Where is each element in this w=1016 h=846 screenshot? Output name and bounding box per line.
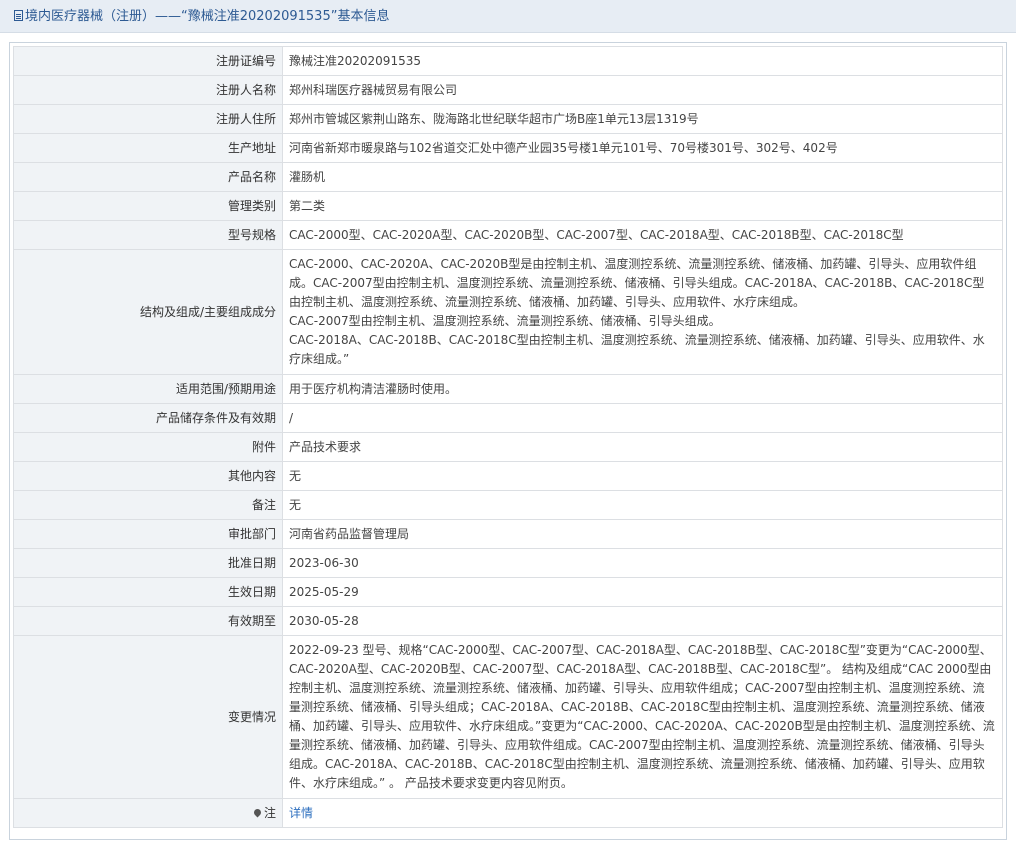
field-value: 郑州市管城区紫荆山路东、陇海路北世纪联华超市广场B座1单元13层1319号 bbox=[282, 104, 1003, 134]
table-row: 注册人名称 郑州科瑞医疗器械贸易有限公司 bbox=[13, 75, 1003, 105]
field-value-structure: CAC-2000、CAC-2020A、CAC-2020B型是由控制主机、温度测控… bbox=[282, 249, 1003, 375]
structure-line: CAC-2018A、CAC-2018B、CAC-2018C型由控制主机、温度测控… bbox=[289, 333, 985, 366]
table-row: 其他内容 无 bbox=[13, 461, 1003, 491]
field-label: 附件 bbox=[13, 432, 283, 462]
page-title-bar: 境内医疗器械（注册）——“豫械注准20202091535”基本信息 bbox=[0, 0, 1016, 33]
field-value: / bbox=[282, 403, 1003, 433]
field-value: CAC-2000型、CAC-2020A型、CAC-2020B型、CAC-2007… bbox=[282, 220, 1003, 250]
field-value: 河南省新郑市暖泉路与102省道交汇处中德产业园35号楼1单元101号、70号楼3… bbox=[282, 133, 1003, 163]
field-label: 注册人住所 bbox=[13, 104, 283, 134]
field-value: 无 bbox=[282, 490, 1003, 520]
note-label: 注 bbox=[263, 805, 276, 820]
table-row: 有效期至 2030-05-28 bbox=[13, 606, 1003, 636]
field-value: 郑州科瑞医疗器械贸易有限公司 bbox=[282, 75, 1003, 105]
table-row: 生效日期 2025-05-29 bbox=[13, 577, 1003, 607]
field-label: 其他内容 bbox=[13, 461, 283, 491]
field-label: 适用范围/预期用途 bbox=[13, 374, 283, 404]
details-link[interactable]: 详情 bbox=[289, 806, 313, 820]
field-label: 生产地址 bbox=[13, 133, 283, 163]
field-label: 批准日期 bbox=[13, 548, 283, 578]
info-panel: 注册证编号 豫械注准20202091535 注册人名称 郑州科瑞医疗器械贸易有限… bbox=[9, 42, 1007, 840]
field-value: 产品技术要求 bbox=[282, 432, 1003, 462]
table-row: 管理类别 第二类 bbox=[13, 191, 1003, 221]
field-label: 管理类别 bbox=[13, 191, 283, 221]
field-label: 结构及组成/主要组成成分 bbox=[13, 249, 283, 375]
field-label-note: 注 bbox=[13, 798, 283, 828]
table-row: 注册证编号 豫械注准20202091535 bbox=[13, 46, 1003, 76]
field-label: 变更情况 bbox=[13, 635, 283, 799]
pin-icon bbox=[252, 807, 263, 817]
field-label: 注册人名称 bbox=[13, 75, 283, 105]
table-row: 产品储存条件及有效期 / bbox=[13, 403, 1003, 433]
field-value: 2023-06-30 bbox=[282, 548, 1003, 578]
table-row-structure: 结构及组成/主要组成成分 CAC-2000、CAC-2020A、CAC-2020… bbox=[13, 249, 1003, 375]
field-value: 用于医疗机构清洁灌肠时使用。 bbox=[282, 374, 1003, 404]
field-label: 备注 bbox=[13, 490, 283, 520]
field-value: 第二类 bbox=[282, 191, 1003, 221]
field-value-changes: 2022-09-23 型号、规格“CAC-2000型、CAC-2007型、CAC… bbox=[282, 635, 1003, 799]
page-title: 境内医疗器械（注册）——“豫械注准20202091535”基本信息 bbox=[25, 9, 390, 24]
field-value: 灌肠机 bbox=[282, 162, 1003, 192]
table-row: 型号规格 CAC-2000型、CAC-2020A型、CAC-2020B型、CAC… bbox=[13, 220, 1003, 250]
field-label: 生效日期 bbox=[13, 577, 283, 607]
table-row: 产品名称 灌肠机 bbox=[13, 162, 1003, 192]
table-row-changes: 变更情况 2022-09-23 型号、规格“CAC-2000型、CAC-2007… bbox=[13, 635, 1003, 799]
field-value: 2025-05-29 bbox=[282, 577, 1003, 607]
field-value: 豫械注准20202091535 bbox=[282, 46, 1003, 76]
field-label: 审批部门 bbox=[13, 519, 283, 549]
field-label: 产品名称 bbox=[13, 162, 283, 192]
table-row: 附件 产品技术要求 bbox=[13, 432, 1003, 462]
table-row: 审批部门 河南省药品监督管理局 bbox=[13, 519, 1003, 549]
document-icon bbox=[14, 10, 23, 21]
info-table: 注册证编号 豫械注准20202091535 注册人名称 郑州科瑞医疗器械贸易有限… bbox=[13, 46, 1003, 828]
table-row: 适用范围/预期用途 用于医疗机构清洁灌肠时使用。 bbox=[13, 374, 1003, 404]
table-row-note: 注 详情 bbox=[13, 798, 1003, 828]
field-value-note: 详情 bbox=[282, 798, 1003, 828]
field-label: 型号规格 bbox=[13, 220, 283, 250]
structure-line: CAC-2000、CAC-2020A、CAC-2020B型是由控制主机、温度测控… bbox=[289, 257, 985, 309]
field-label: 注册证编号 bbox=[13, 46, 283, 76]
field-label: 产品储存条件及有效期 bbox=[13, 403, 283, 433]
field-value: 无 bbox=[282, 461, 1003, 491]
field-value: 2030-05-28 bbox=[282, 606, 1003, 636]
field-value: 河南省药品监督管理局 bbox=[282, 519, 1003, 549]
field-label: 有效期至 bbox=[13, 606, 283, 636]
table-row: 注册人住所 郑州市管城区紫荆山路东、陇海路北世纪联华超市广场B座1单元13层13… bbox=[13, 104, 1003, 134]
structure-line: CAC-2007型由控制主机、温度测控系统、流量测控系统、储液桶、引导头组成。 bbox=[289, 314, 721, 328]
table-row: 备注 无 bbox=[13, 490, 1003, 520]
table-row: 批准日期 2023-06-30 bbox=[13, 548, 1003, 578]
table-row: 生产地址 河南省新郑市暖泉路与102省道交汇处中德产业园35号楼1单元101号、… bbox=[13, 133, 1003, 163]
